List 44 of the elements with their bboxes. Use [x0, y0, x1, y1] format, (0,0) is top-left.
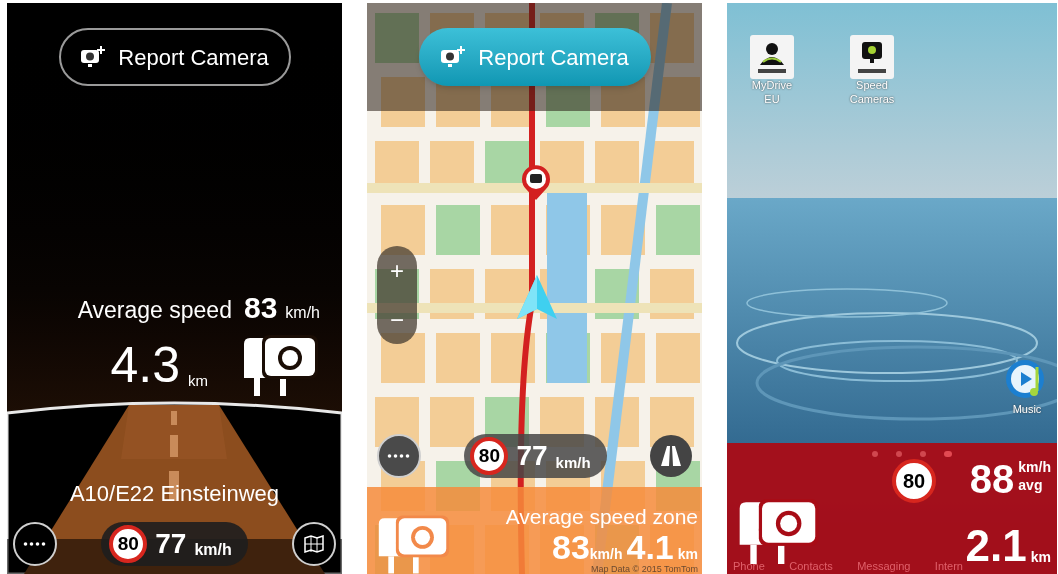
average-speed-value: 88: [969, 459, 1015, 499]
more-icon: [387, 454, 411, 458]
map-attribution: Map Data © 2015 TomTom: [591, 565, 698, 574]
report-camera-button[interactable]: Report Camera: [58, 28, 291, 86]
app-label: Speed Cameras: [848, 79, 896, 107]
camera-plus-icon: [80, 45, 107, 69]
distance-unit: km: [188, 370, 208, 391]
dock-label: Intern: [934, 558, 963, 574]
dock-label: Messaging: [857, 558, 911, 574]
camera-plus-icon: [440, 45, 467, 69]
distance-value: 4.3: [110, 340, 180, 390]
average-speed-value: 83: [243, 290, 278, 326]
average-speed-label: Average speed: [77, 296, 232, 325]
zone-label: Average speed zone: [505, 503, 698, 530]
app-icon[interactable]: [850, 35, 894, 79]
dock-label: Contacts: [789, 558, 833, 574]
map-icon: [304, 535, 324, 553]
speed-limit-sign: 80: [470, 437, 509, 475]
average-label: avg: [1018, 476, 1044, 494]
zoom-in-button[interactable]: +: [390, 258, 404, 283]
road-icon: [659, 444, 683, 468]
navigation-arrow-icon: [517, 275, 557, 319]
more-icon: [23, 542, 47, 546]
app-icon[interactable]: [750, 35, 794, 79]
camera-pin-icon: [520, 163, 552, 201]
distance-unit: km: [1030, 548, 1051, 567]
average-speed-value: 83: [552, 530, 590, 564]
app-label: MyDrive EU: [750, 79, 794, 107]
speed-limit-sign: 80: [109, 525, 148, 563]
speed-unit: km/h: [589, 546, 623, 564]
distance-unit: km: [677, 545, 698, 564]
zoom-out-button[interactable]: −: [390, 307, 404, 332]
speed-unit: km/h: [555, 452, 591, 473]
app-label: Music: [1012, 401, 1042, 417]
current-speed: 77: [516, 439, 548, 473]
distance-value: 4.1: [626, 530, 674, 564]
current-speed: 77: [155, 527, 187, 561]
distance-value: 2.1: [965, 524, 1027, 568]
speed-unit: km/h: [285, 303, 320, 323]
speed-unit: km/h: [1018, 459, 1051, 477]
speed-limit-sign: 80: [892, 459, 936, 503]
street-name: A10/E22 Einsteinweg: [69, 480, 280, 508]
dock-label: Phone: [733, 558, 765, 574]
speed-unit: km/h: [194, 540, 232, 560]
